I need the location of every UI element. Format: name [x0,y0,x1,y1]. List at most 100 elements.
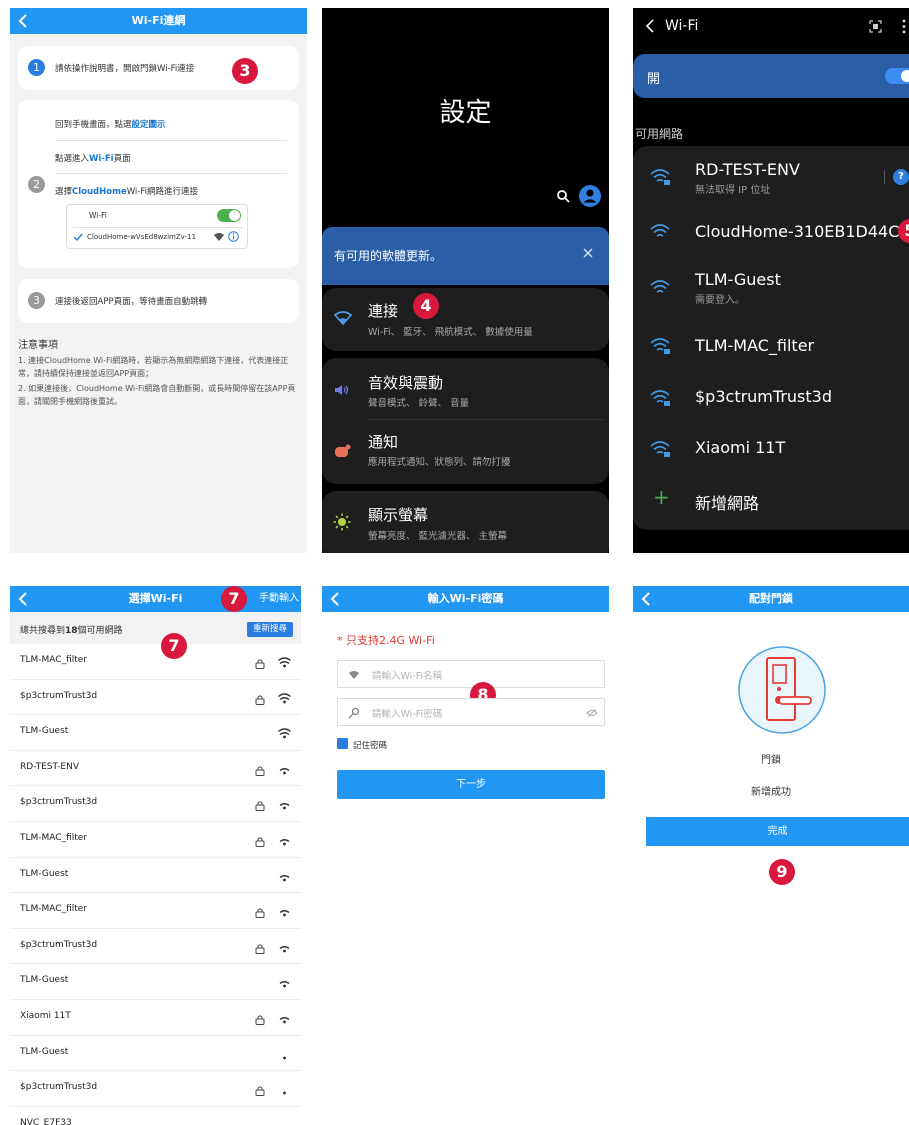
lock-icon [255,1081,265,1100]
help-icon[interactable]: ? [893,169,909,185]
wifi-network-row[interactable]: TLM-MAC_filter [10,644,301,680]
wifi-icon [349,671,359,679]
done-button[interactable]: 完成 [646,817,909,846]
settings-item-title: 顯示螢幕 [368,506,429,524]
wifi-label: Wi-Fi [89,211,107,220]
wifi-icon [214,233,224,241]
wifi-signal-icon [277,1009,292,1028]
account-icon[interactable] [579,185,601,207]
step-marker: 3 [232,58,258,84]
settings-item-subtitle: 聲音模式、 鈴聲、 音量 [368,398,470,409]
rescan-button[interactable]: 重新搜尋 [246,622,293,637]
wifi-network-row[interactable]: TLM-Guest [10,964,301,1000]
network-status: 無法取得 IP 位址 [695,185,771,196]
step-number: 3 [28,292,45,309]
network-name: $p3ctrumTrust3d [20,797,98,808]
add-network-label: 新增網路 [695,494,760,513]
wifi-toggle-row[interactable]: 開 [633,54,909,98]
android-settings-screen: 設定 有可用的軟體更新。 連接 Wi-Fi、 藍牙、 飛航模式、 數據使用量 4… [322,8,609,553]
wifi-name-placeholder: 請輸入Wi-Fi名稱 [372,671,443,682]
wifi-network-row[interactable]: $p3ctrumTrust3d [10,1071,301,1107]
network-name: Xiaomi 11T [695,438,786,457]
wifi-network-row[interactable]: Xiaomi 11T [10,1000,301,1036]
wifi-network-row[interactable]: TLM-MAC_filter [10,893,301,929]
wifi-toggle-icon [217,209,241,222]
wifi-network-row[interactable]: $p3ctrumTrust3d [10,786,301,822]
lock-icon [255,903,265,922]
wifi-network-row[interactable]: RD-TEST-ENV [10,751,301,787]
next-button[interactable]: 下一步 [337,770,605,799]
network-name: TLM-Guest [20,975,69,986]
band-warning: * 只支持2.4G Wi-Fi [337,634,435,647]
wifi-guide-screen: Wi-Fi連網 1 請依操作說明書，開啟門鎖Wi-Fi連接 3 回到手機畫面，點… [10,8,307,553]
pairing-status: 新增成功 [751,787,791,798]
settings-item-title[interactable]: 音效與震動 [368,372,443,393]
wifi-network-row[interactable]: $p3ctrumTrust3d [10,680,301,716]
step-marker: 9 [769,859,795,885]
app-header: 輸入Wi-Fi密碼 [322,586,609,612]
lock-icon [255,832,265,851]
step-text: 點選進入Wi-Fi頁面 [55,154,131,164]
wifi-signal-icon [277,760,292,779]
network-name: TLM-MAC_filter [20,904,88,915]
wifi-signal-icon [277,973,292,992]
settings-item-subtitle: 螢幕亮度、 藍光濾光器、 主螢幕 [368,531,508,542]
page-title: 輸入Wi-Fi密碼 [427,592,504,605]
step-marker: 4 [413,293,439,319]
manual-input-button[interactable]: 手動輸入 [259,586,299,612]
update-text: 有可用的軟體更新。 [334,249,443,263]
wifi-locked-icon [650,169,670,185]
wifi-signal-icon [277,689,292,708]
settings-item-connections[interactable]: 連接 Wi-Fi、 藍牙、 飛航模式、 數據使用量 [322,288,609,351]
back-icon[interactable] [645,19,655,33]
search-summary: 總共搜尋到18個可用網路 重新搜尋 [10,612,301,644]
key-icon [348,707,360,719]
wifi-password-field[interactable]: 請輸入Wi-Fi密碼 [337,698,605,726]
update-banner[interactable]: 有可用的軟體更新。 [322,227,609,285]
wifi-name-field[interactable]: 請輸入Wi-Fi名稱 [337,660,605,688]
wifi-signal-icon [277,724,292,743]
settings-item-display[interactable]: 顯示螢幕 螢幕亮度、 藍光濾光器、 主螢幕 [322,491,609,553]
section-label: 可用網路 [635,127,684,141]
wifi-signal-icon [277,653,292,672]
search-icon[interactable] [556,189,570,203]
device-name: 門鎖 [761,755,781,766]
more-options-icon[interactable] [901,19,907,34]
wifi-signal-icon [277,902,292,921]
step-number: 2 [28,176,45,193]
wifi-toggle-switch[interactable] [885,68,909,84]
network-name: $p3ctrumTrust3d [20,939,98,950]
checkmark-icon [73,233,83,242]
step-text: 請依操作說明書，開啟門鎖Wi-Fi連接 [55,64,195,74]
wifi-network-row[interactable]: TLM-Guest [10,715,301,751]
network-name: $p3ctrumTrust3d [20,1082,98,1093]
qr-scan-icon[interactable] [869,20,882,33]
wifi-network-row[interactable]: TLM-MAC_filter [10,822,301,858]
page-title: 設定 [439,98,492,128]
close-icon[interactable] [582,247,594,259]
hide-password-icon[interactable] [586,708,598,718]
network-name: TLM-Guest [20,726,69,737]
plus-icon: + [653,485,670,509]
wifi-network-row[interactable]: $p3ctrumTrust3d [10,929,301,965]
settings-item-subtitle: 應用程式通知、狀態列、請勿打擾 [368,457,511,468]
wifi-signal-icon [277,1080,292,1099]
wifi-locked-icon [650,441,670,457]
wifi-network-row[interactable]: TLM-Guest [10,1036,301,1072]
wifi-network-row[interactable]: TLM-Guest [10,858,301,894]
settings-group: 音效與震動 聲音模式、 鈴聲、 音量 通知 應用程式通知、狀態列、請勿打擾 [322,358,609,484]
note-item: 1. 連接CloudHome Wi-Fi網路時，若顯示為無網際網路下連接，代表連… [18,356,289,378]
network-name: $p3ctrumTrust3d [20,690,98,701]
wifi-password-screen: 輸入Wi-Fi密碼 * 只支持2.4G Wi-Fi 請輸入Wi-Fi名稱 8 請… [322,586,609,1125]
page-title: 選擇Wi-Fi [128,592,183,605]
wifi-icon [334,311,352,326]
settings-item-title[interactable]: 通知 [368,431,398,452]
lock-icon [255,654,265,673]
lock-icon [255,761,265,780]
lock-icon [255,690,265,709]
remember-password-checkbox[interactable] [337,738,348,749]
wifi-network-row[interactable]: NVC_E7F33 [10,1107,301,1125]
wifi-icon [650,280,670,293]
network-name: Xiaomi 11T [20,1011,71,1021]
divider [55,140,287,141]
